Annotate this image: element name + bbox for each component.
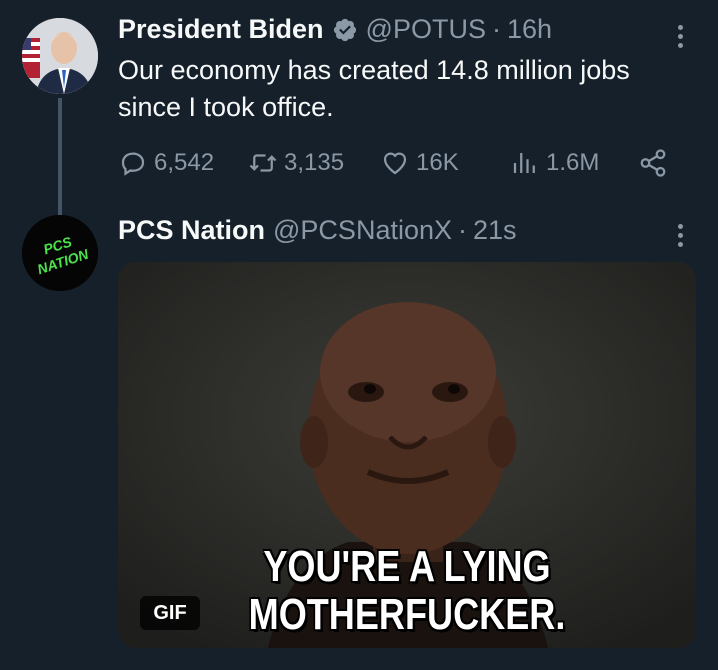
like-icon bbox=[383, 152, 407, 175]
author-handle[interactable]: @POTUS bbox=[366, 14, 486, 45]
views-count: 1.6M bbox=[546, 149, 600, 176]
retweet-icon bbox=[249, 154, 277, 172]
more-icon[interactable] bbox=[666, 217, 694, 253]
views-button[interactable]: 1.6M bbox=[510, 146, 599, 180]
avatar-potus-image bbox=[22, 18, 98, 94]
tweet-header: PCS Nation @PCSNationX · 21s bbox=[118, 215, 517, 246]
author-handle[interactable]: @PCSNationX bbox=[273, 215, 452, 246]
gif-caption-line1: YOU'RE A LYING bbox=[263, 542, 551, 591]
author-name[interactable]: President Biden bbox=[118, 14, 324, 45]
tweet-actions: 6,542 3,135 16K 1.6M bbox=[118, 146, 678, 180]
share-button[interactable] bbox=[638, 146, 674, 180]
reply-button[interactable]: 6,542 bbox=[118, 146, 214, 180]
retweet-button[interactable]: 3,135 bbox=[248, 146, 344, 180]
thread-line bbox=[58, 98, 62, 216]
tweet-time[interactable]: 16h bbox=[507, 14, 552, 45]
more-icon[interactable] bbox=[666, 18, 694, 54]
separator-dot: · bbox=[491, 14, 501, 44]
avatar-potus[interactable] bbox=[22, 18, 98, 94]
avatar-pcs[interactable]: PCS NATION bbox=[22, 215, 98, 291]
reply-icon bbox=[121, 152, 145, 176]
gif-caption-line2: MOTHERFUCKER. bbox=[248, 590, 566, 639]
tweet-time[interactable]: 21s bbox=[473, 215, 517, 246]
tweet-pcs[interactable]: PCS NATION PCS Nation @PCSNationX · 21s bbox=[0, 215, 718, 670]
separator-dot: · bbox=[458, 215, 467, 245]
verified-icon bbox=[332, 17, 358, 43]
gif-media[interactable]: YOU'RE A LYING MOTHERFUCKER. GIF bbox=[118, 262, 696, 648]
tweet-potus[interactable]: President Biden @POTUS · 16h Our economy… bbox=[0, 0, 718, 216]
retweet-count: 3,135 bbox=[284, 149, 345, 176]
tweet-header: President Biden @POTUS · 16h bbox=[118, 14, 552, 45]
like-button[interactable]: 16K bbox=[380, 146, 459, 180]
avatar-pcs-image: PCS NATION bbox=[22, 215, 98, 291]
reply-count: 6,542 bbox=[154, 149, 215, 176]
author-name[interactable]: PCS Nation bbox=[118, 215, 265, 246]
gif-badge: GIF bbox=[140, 596, 200, 630]
like-count: 16K bbox=[416, 149, 459, 176]
views-icon bbox=[513, 153, 535, 173]
share-icon bbox=[640, 149, 666, 177]
tweet-text: Our economy has created 14.8 million job… bbox=[118, 55, 630, 122]
